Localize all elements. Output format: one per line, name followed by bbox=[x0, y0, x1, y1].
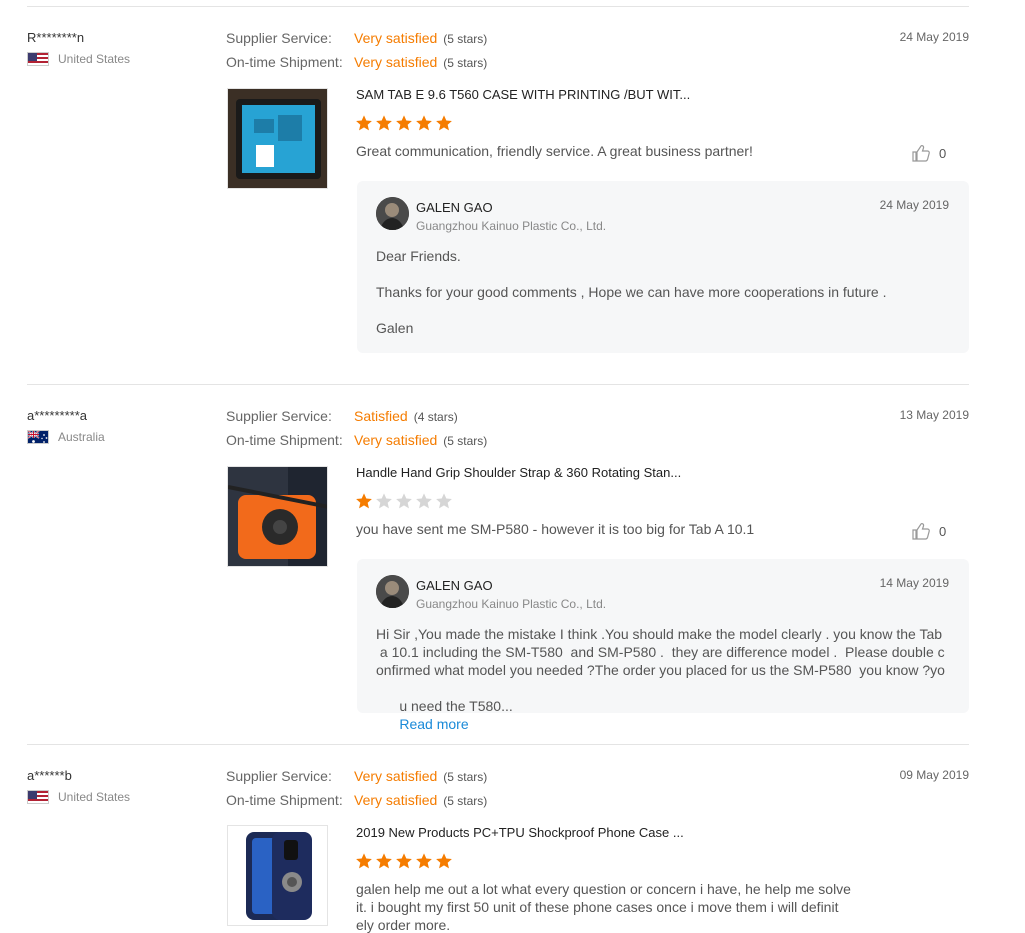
reply-text: Galen bbox=[376, 320, 414, 336]
shipment-stars: (5 stars) bbox=[443, 56, 488, 70]
star-filled-icon bbox=[415, 114, 433, 132]
review-card: a*********a Australia Supplier Service: … bbox=[0, 408, 1025, 732]
shipment-rating: Very satisfied (5 stars) bbox=[354, 432, 487, 448]
star-filled-icon bbox=[435, 852, 453, 870]
product-thumbnail[interactable] bbox=[227, 466, 328, 567]
review-date: 24 May 2019 bbox=[899, 30, 969, 44]
buyer-country: United States bbox=[27, 790, 130, 804]
star-filled-icon bbox=[395, 114, 413, 132]
avatar bbox=[376, 575, 409, 608]
star-empty-icon bbox=[375, 492, 393, 510]
reply-text: Dear Friends. bbox=[376, 248, 461, 264]
shipment-label: On-time Shipment: bbox=[226, 54, 343, 70]
supplier-reply: GALEN GAO Guangzhou Kainuo Plastic Co., … bbox=[357, 181, 969, 353]
divider bbox=[27, 6, 969, 7]
supplier-service-stars: (4 stars) bbox=[413, 410, 458, 424]
reply-text-line: Hi Sir ,You made the mistake I think .Yo… bbox=[376, 626, 943, 642]
shipment-label: On-time Shipment: bbox=[226, 432, 343, 448]
reply-text-end: u need the T580... bbox=[399, 698, 513, 714]
product-thumbnail[interactable] bbox=[227, 825, 328, 926]
au-flag-icon bbox=[27, 430, 49, 444]
supplier-service-label: Supplier Service: bbox=[226, 30, 332, 46]
country-label: United States bbox=[58, 790, 131, 804]
supplier-service-rating: Very satisfied (5 stars) bbox=[354, 768, 487, 784]
helpful-count: 0 bbox=[939, 145, 947, 161]
buyer-name: a*********a bbox=[27, 408, 87, 423]
star-filled-icon bbox=[355, 492, 373, 510]
reply-text-line: u need the T580... Read more bbox=[376, 679, 513, 751]
reply-date: 24 May 2019 bbox=[879, 198, 949, 212]
thumbs-up-icon bbox=[911, 522, 931, 540]
shipment-value: Very satisfied bbox=[354, 792, 438, 808]
read-more-link[interactable]: Read more bbox=[399, 716, 468, 732]
product-stars bbox=[355, 852, 453, 870]
shipment-stars: (5 stars) bbox=[443, 794, 488, 808]
star-filled-icon bbox=[395, 852, 413, 870]
shipment-value: Very satisfied bbox=[354, 432, 438, 448]
supplier-service-value: Very satisfied bbox=[354, 30, 438, 46]
supplier-service-rating: Very satisfied (5 stars) bbox=[354, 30, 487, 46]
supplier-service-value: Satisfied bbox=[354, 408, 408, 424]
star-filled-icon bbox=[415, 852, 433, 870]
avatar bbox=[376, 197, 409, 230]
shipment-label: On-time Shipment: bbox=[226, 792, 343, 808]
star-empty-icon bbox=[395, 492, 413, 510]
star-empty-icon bbox=[435, 492, 453, 510]
us-flag-icon bbox=[27, 52, 49, 66]
product-thumbnail[interactable] bbox=[227, 88, 328, 189]
product-stars bbox=[355, 492, 453, 510]
divider bbox=[27, 384, 969, 385]
buyer-name: a******b bbox=[27, 768, 72, 783]
helpful-count: 0 bbox=[939, 523, 947, 539]
supplier-service-rating: Satisfied (4 stars) bbox=[354, 408, 458, 424]
product-title[interactable]: Handle Hand Grip Shoulder Strap & 360 Ro… bbox=[356, 465, 681, 480]
star-filled-icon bbox=[435, 114, 453, 132]
review-date: 13 May 2019 bbox=[899, 408, 969, 422]
reply-author: GALEN GAO bbox=[416, 200, 493, 215]
country-label: Australia bbox=[58, 430, 105, 444]
buyer-name: R********n bbox=[27, 30, 85, 45]
divider bbox=[27, 744, 969, 745]
us-flag-icon bbox=[27, 790, 49, 804]
helpful-button[interactable]: 0 bbox=[911, 144, 946, 162]
review-text-line: ely order more. bbox=[356, 917, 451, 933]
supplier-service-stars: (5 stars) bbox=[443, 32, 488, 46]
star-filled-icon bbox=[375, 114, 393, 132]
star-filled-icon bbox=[355, 852, 373, 870]
star-empty-icon bbox=[415, 492, 433, 510]
helpful-button[interactable]: 0 bbox=[911, 522, 946, 540]
review-date: 09 May 2019 bbox=[899, 768, 969, 782]
shipment-value: Very satisfied bbox=[354, 54, 438, 70]
country-label: United States bbox=[58, 52, 131, 66]
supplier-service-label: Supplier Service: bbox=[226, 768, 332, 784]
product-stars bbox=[355, 114, 453, 132]
reply-text-line: onfirmed what model you needed ?The orde… bbox=[376, 662, 945, 678]
supplier-service-stars: (5 stars) bbox=[443, 770, 488, 784]
reply-author: GALEN GAO bbox=[416, 578, 493, 593]
reply-text-line: a 10.1 including the SM-T580 and SM-P580… bbox=[376, 644, 945, 660]
review-text-line: galen help me out a lot what every quest… bbox=[356, 881, 851, 897]
reply-company: Guangzhou Kainuo Plastic Co., Ltd. bbox=[416, 219, 607, 233]
buyer-country: United States bbox=[27, 52, 130, 66]
supplier-service-value: Very satisfied bbox=[354, 768, 438, 784]
review-text: you have sent me SM-P580 - however it is… bbox=[356, 521, 755, 537]
shipment-rating: Very satisfied (5 stars) bbox=[354, 792, 487, 808]
reply-date: 14 May 2019 bbox=[879, 576, 949, 590]
review-text-line: it. i bought my first 50 unit of these p… bbox=[356, 899, 839, 915]
review-text: Great communication, friendly service. A… bbox=[356, 143, 753, 159]
star-filled-icon bbox=[375, 852, 393, 870]
star-filled-icon bbox=[355, 114, 373, 132]
shipment-rating: Very satisfied (5 stars) bbox=[354, 54, 487, 70]
buyer-country: Australia bbox=[27, 430, 105, 444]
thumbs-up-icon bbox=[911, 144, 931, 162]
supplier-reply: GALEN GAO Guangzhou Kainuo Plastic Co., … bbox=[357, 559, 969, 732]
product-title[interactable]: 2019 New Products PC+TPU Shockproof Phon… bbox=[356, 825, 684, 840]
product-title[interactable]: SAM TAB E 9.6 T560 CASE WITH PRINTING /B… bbox=[356, 87, 690, 102]
reply-company: Guangzhou Kainuo Plastic Co., Ltd. bbox=[416, 597, 607, 611]
shipment-stars: (5 stars) bbox=[443, 434, 488, 448]
reply-text: Thanks for your good comments , Hope we … bbox=[376, 284, 887, 300]
review-card: R********n United States Supplier Servic… bbox=[0, 30, 1025, 360]
review-card: a******b United States Supplier Service:… bbox=[0, 768, 1025, 933]
supplier-service-label: Supplier Service: bbox=[226, 408, 332, 424]
